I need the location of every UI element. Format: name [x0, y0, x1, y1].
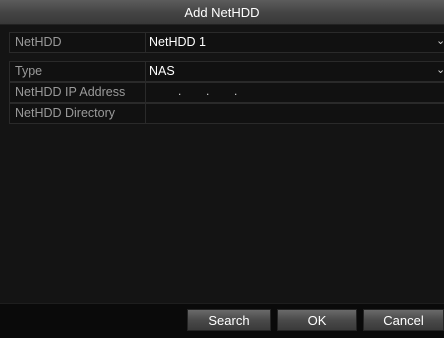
chevron-down-icon[interactable]: ⌄ — [436, 33, 444, 52]
dialog-title-bar: Add NetHDD — [0, 0, 444, 25]
type-label: Type — [15, 64, 43, 78]
field-divider — [145, 83, 146, 102]
type-value: NAS — [149, 64, 175, 78]
add-nethdd-dialog: Add NetHDD NetHDD NetHDD 1 ⌄ Type NAS ⌄ … — [0, 0, 444, 338]
ip-address-row: NetHDD IP Address ... — [9, 82, 444, 103]
field-divider — [145, 62, 146, 81]
dialog-title: Add NetHDD — [184, 4, 260, 20]
cancel-button[interactable]: Cancel — [363, 309, 444, 331]
search-button[interactable]: Search — [187, 309, 271, 331]
nethdd-value: NetHDD 1 — [149, 35, 206, 49]
type-select[interactable]: Type NAS ⌄ — [9, 61, 444, 82]
field-divider — [145, 104, 146, 123]
chevron-down-icon[interactable]: ⌄ — [436, 62, 444, 81]
directory-label: NetHDD Directory — [15, 106, 116, 120]
ip-address-label: NetHDD IP Address — [15, 85, 126, 99]
field-divider — [145, 33, 146, 52]
nethdd-select[interactable]: NetHDD NetHDD 1 ⌄ — [9, 32, 444, 53]
ok-button[interactable]: OK — [277, 309, 357, 331]
ip-address-input[interactable]: ... — [178, 83, 262, 102]
directory-row: NetHDD Directory — [9, 103, 444, 124]
nethdd-label: NetHDD — [15, 35, 62, 49]
